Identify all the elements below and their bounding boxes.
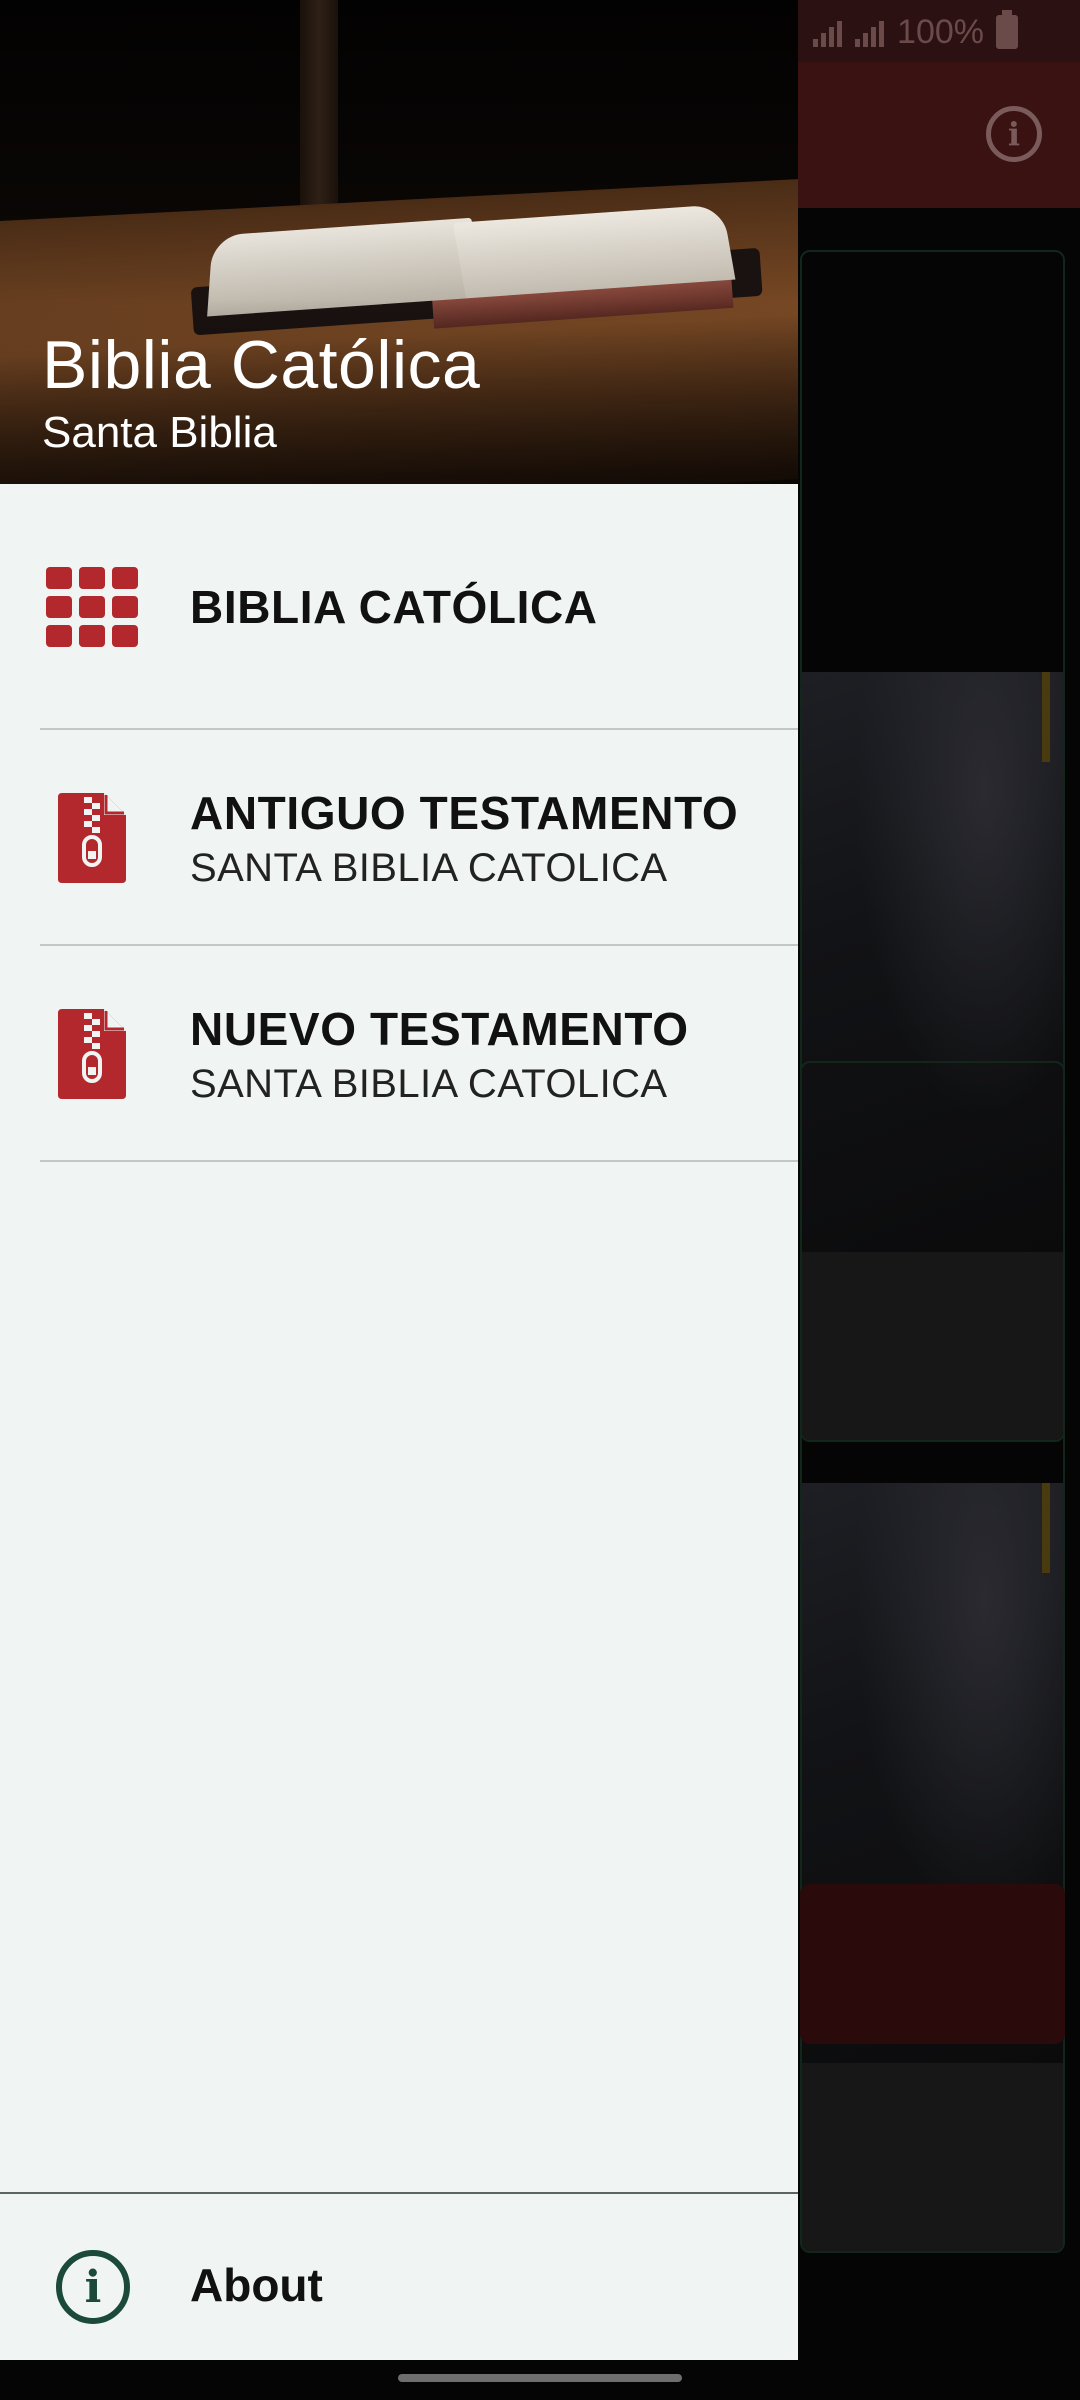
menu-item-title: BIBLIA CATÓLICA	[190, 581, 598, 633]
menu-item-text: NUEVO TESTAMENTO SANTA BIBLIA CATOLICA	[190, 1002, 689, 1107]
drawer-title: Biblia Católica	[42, 327, 481, 403]
zip-file-icon	[44, 1006, 140, 1102]
info-icon: i	[56, 2250, 130, 2324]
signal-icon	[813, 17, 843, 47]
menu-item-text: BIBLIA CATÓLICA	[190, 580, 598, 634]
zip-file-icon	[44, 790, 140, 886]
battery-icon	[996, 10, 1018, 49]
menu-item-subtitle: SANTA BIBLIA CATOLICA	[190, 1061, 668, 1106]
gesture-nav-handle[interactable]	[398, 2374, 682, 2382]
grid-icon	[44, 559, 140, 655]
screen: 100% i Biblia Católica Santa Biblia BIBL…	[0, 0, 1080, 2400]
about-button[interactable]: About	[190, 2258, 323, 2312]
drawer-menu: BIBLIA CATÓLICA ANTIGUO TESTAMENTO SANTA…	[0, 484, 798, 1162]
header-beam	[300, 0, 338, 215]
drawer-header: Biblia Católica Santa Biblia	[0, 0, 798, 484]
menu-item-subtitle: SANTA BIBLIA CATOLICA	[190, 845, 668, 890]
card-caption	[802, 2063, 1063, 2251]
background-banner	[800, 1884, 1065, 2044]
menu-item-title: ANTIGUO TESTAMENTO	[190, 786, 739, 839]
menu-item-title: NUEVO TESTAMENTO	[190, 1002, 689, 1055]
background-card-2	[800, 1061, 1065, 2253]
battery-text: 100%	[897, 12, 984, 51]
menu-item-antiguo-testamento[interactable]: ANTIGUO TESTAMENTO SANTA BIBLIA CATOLICA	[0, 730, 798, 946]
drawer-subtitle: Santa Biblia	[42, 408, 277, 457]
divider	[40, 1160, 798, 1162]
menu-item-text: ANTIGUO TESTAMENTO SANTA BIBLIA CATOLICA	[190, 786, 738, 891]
info-icon[interactable]: i	[986, 106, 1042, 162]
navigation-drawer: Biblia Católica Santa Biblia BIBLIA CATÓ…	[0, 0, 798, 2360]
drawer-footer: i About	[0, 2192, 798, 2360]
status-icons: 100%	[813, 8, 1018, 56]
signal-icon-2	[855, 17, 885, 47]
menu-item-biblia-catolica[interactable]: BIBLIA CATÓLICA	[0, 484, 798, 730]
menu-item-nuevo-testamento[interactable]: NUEVO TESTAMENTO SANTA BIBLIA CATOLICA	[0, 946, 798, 1162]
